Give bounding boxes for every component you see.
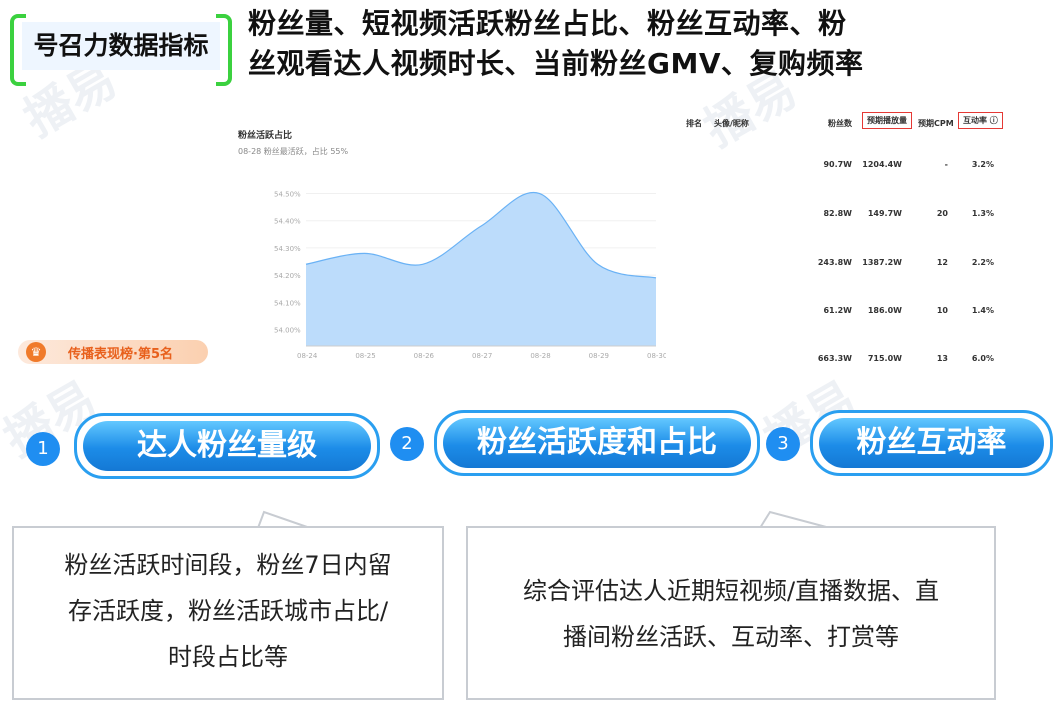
note-left-line-2: 存活跃度，粉丝活跃城市占比/ — [67, 597, 389, 625]
note-left-line-3: 时段占比等 — [168, 643, 288, 671]
note-right: 综合评估达人近期短视频/直播数据、直 播间粉丝活跃、互动率、打赏等 — [466, 526, 996, 700]
note-right-line-2: 播间粉丝活跃、互动率、打赏等 — [563, 623, 899, 651]
note-right-line-1: 综合评估达人近期短视频/直播数据、直 — [522, 577, 940, 605]
note-left-line-1: 粉丝活跃时间段，粉丝7日内留 — [64, 551, 392, 579]
note-left: 粉丝活跃时间段，粉丝7日内留 存活跃度，粉丝活跃城市占比/ 时段占比等 — [12, 526, 444, 700]
